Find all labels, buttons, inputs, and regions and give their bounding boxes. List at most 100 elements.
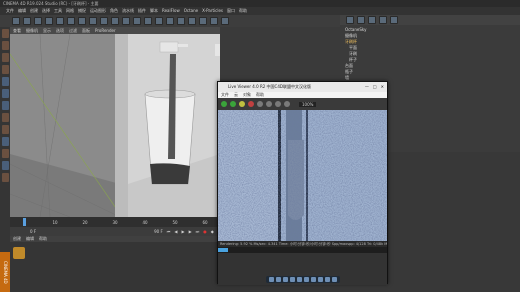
z-axis-icon[interactable]	[100, 17, 108, 25]
pause-render-icon[interactable]	[239, 101, 245, 107]
floor-icon[interactable]	[199, 17, 207, 25]
record-icon[interactable]: ●	[203, 229, 207, 234]
material-pick-icon[interactable]	[284, 101, 290, 107]
goto-start-icon[interactable]: ⏮	[167, 229, 171, 234]
menu-character[interactable]: 角色	[110, 7, 118, 15]
deformer-icon[interactable]	[188, 17, 196, 25]
camera-icon[interactable]	[275, 277, 281, 282]
edit-icon[interactable]	[357, 16, 365, 24]
render-view-icon[interactable]	[122, 17, 130, 25]
send-scene-icon[interactable]	[221, 101, 227, 107]
rotate-icon[interactable]	[67, 17, 75, 25]
pen-icon[interactable]	[155, 17, 163, 25]
tags-icon[interactable]	[390, 16, 398, 24]
region-render-icon[interactable]	[257, 101, 263, 107]
file-icon[interactable]	[346, 16, 354, 24]
array-icon[interactable]	[177, 17, 185, 25]
lock-workplane-icon[interactable]	[1, 149, 9, 158]
pass-icon[interactable]	[317, 277, 323, 282]
model-mode-icon[interactable]	[1, 41, 9, 50]
live-select-icon[interactable]	[34, 17, 42, 25]
menu-xparticles[interactable]: X-Particles	[202, 7, 223, 15]
settings-icon[interactable]	[268, 277, 274, 282]
points-mode-icon[interactable]	[1, 77, 9, 86]
render-icon[interactable]	[111, 17, 119, 25]
menu-plugins[interactable]: 插件	[138, 7, 146, 15]
workplane-icon[interactable]	[1, 65, 9, 74]
undo-icon[interactable]	[12, 17, 20, 25]
key-icon[interactable]: ◆	[211, 229, 214, 234]
menu-edit[interactable]: 编辑	[18, 7, 26, 15]
edges-mode-icon[interactable]	[1, 89, 9, 98]
make-editable-icon[interactable]	[1, 29, 9, 38]
viewer-menu-file[interactable]: 文件	[221, 92, 229, 98]
menu-create[interactable]: 创建	[30, 7, 38, 15]
texture-mode-icon[interactable]	[1, 53, 9, 62]
menu-select[interactable]: 选择	[42, 7, 50, 15]
menu-octane[interactable]: Octane	[184, 7, 198, 15]
snap-icon[interactable]	[1, 137, 9, 146]
render-target-icon[interactable]	[324, 277, 330, 282]
zoom-level[interactable]: 100%	[299, 101, 317, 107]
maximize-icon[interactable]: □	[373, 82, 377, 92]
material-manager[interactable]	[10, 242, 240, 292]
menu-mesh[interactable]: 网格	[66, 7, 74, 15]
minimize-icon[interactable]: —	[365, 82, 369, 92]
menu-help[interactable]: 帮助	[239, 7, 247, 15]
restart-render-icon[interactable]	[230, 101, 236, 107]
axis-mode-icon[interactable]	[1, 113, 9, 122]
light-icon[interactable]	[221, 17, 229, 25]
object-manager-toolbar	[340, 15, 520, 25]
subdivision-icon[interactable]	[166, 17, 174, 25]
redo-icon[interactable]	[23, 17, 31, 25]
viewer-menu-cloud[interactable]: 云	[234, 92, 238, 98]
goto-end-icon[interactable]: ⏭	[196, 229, 200, 234]
play-icon[interactable]: ▶	[181, 229, 184, 234]
vp-menu-filter[interactable]: 过滤	[69, 27, 77, 34]
menu-pipeline[interactable]: 流水线	[122, 7, 134, 15]
vp-menu-panel[interactable]: 面板	[82, 27, 90, 34]
solo-icon[interactable]	[1, 173, 9, 182]
cube-icon[interactable]	[144, 17, 152, 25]
help-icon[interactable]	[331, 277, 337, 282]
polygons-mode-icon[interactable]	[1, 101, 9, 110]
menu-script[interactable]: 脚本	[150, 7, 158, 15]
objects-icon[interactable]	[379, 16, 387, 24]
next-frame-icon[interactable]: ▶	[189, 229, 192, 234]
menu-window[interactable]: 窗口	[227, 7, 235, 15]
move-icon[interactable]	[45, 17, 53, 25]
vp-menu-view[interactable]: 查看	[13, 27, 21, 34]
texture-icon[interactable]	[289, 277, 295, 282]
vp-menu-display[interactable]: 显示	[43, 27, 51, 34]
view-icon[interactable]	[368, 16, 376, 24]
x-axis-icon[interactable]	[78, 17, 86, 25]
light-icon[interactable]	[296, 277, 302, 282]
y-axis-icon[interactable]	[89, 17, 97, 25]
prev-frame-icon[interactable]: ◀	[174, 229, 177, 234]
menu-snap[interactable]: 捕捉	[78, 7, 86, 15]
pick-focus-icon[interactable]	[275, 101, 281, 107]
vp-menu-prorender[interactable]: ProRender	[95, 27, 116, 34]
tweak-mode-icon[interactable]	[1, 125, 9, 134]
object-tag-icon[interactable]	[310, 277, 316, 282]
material-swatch[interactable]	[13, 247, 25, 259]
3d-viewport[interactable]	[10, 34, 220, 217]
environment-icon[interactable]	[303, 277, 309, 282]
material-icon[interactable]	[282, 277, 288, 282]
close-icon[interactable]: ✕	[381, 82, 384, 92]
lock-resolution-icon[interactable]	[266, 101, 272, 107]
camera-icon[interactable]	[210, 17, 218, 25]
menu-realflow[interactable]: RealFlow	[162, 7, 180, 15]
stop-render-icon[interactable]	[248, 101, 254, 107]
render-settings-icon[interactable]	[133, 17, 141, 25]
planar-workplane-icon[interactable]	[1, 161, 9, 170]
scale-icon[interactable]	[56, 17, 64, 25]
render-preview[interactable]	[218, 110, 387, 241]
vp-menu-camera[interactable]: 摄像机	[26, 27, 38, 34]
viewer-menu-objects[interactable]: 对象	[243, 92, 251, 98]
menu-file[interactable]: 文件	[6, 7, 14, 15]
viewer-menu-help[interactable]: 帮助	[256, 92, 264, 98]
menu-mograph[interactable]: 运动图形	[90, 7, 106, 15]
vp-menu-options[interactable]: 选项	[56, 27, 64, 34]
menu-tools[interactable]: 工具	[54, 7, 62, 15]
